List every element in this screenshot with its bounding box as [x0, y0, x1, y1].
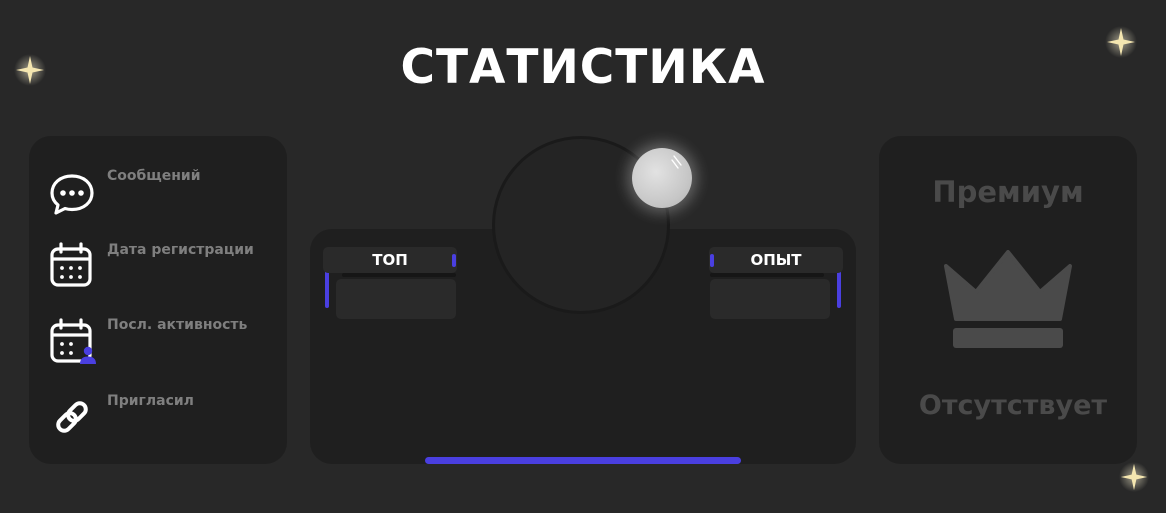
status-indicator: [632, 148, 692, 208]
exp-label: ОПЫТ: [750, 251, 802, 269]
page-title: СТАТИСТИКА: [400, 40, 766, 95]
stats-panel: Сообщений Дата регистрации Посл. активно…: [29, 136, 287, 464]
statistics-card: СТАТИСТИКА Сообщений Дата регистрации По…: [0, 0, 1166, 513]
crown-icon: [944, 250, 1072, 348]
last-activity-label: Посл. активность: [107, 317, 248, 333]
premium-status: Отсутствует: [918, 390, 1108, 421]
premium-title: Премиум: [932, 175, 1084, 209]
sparkle-icon: [14, 54, 46, 86]
top-header-accent: [452, 254, 456, 267]
calendar-user-icon: [50, 318, 96, 364]
progress-bar: [425, 457, 741, 464]
calendar-icon: [50, 242, 92, 287]
link-icon: [56, 401, 88, 433]
top-label: ТОП: [372, 251, 408, 269]
invited-label: Пригласил: [107, 393, 194, 409]
exp-value-box: [710, 279, 830, 319]
chat-bubble-icon: [50, 174, 94, 215]
top-value-box: [336, 279, 456, 319]
sparkle-icon: [1118, 461, 1150, 493]
sparkle-icon: [1105, 26, 1137, 58]
shine-icon: [671, 155, 682, 169]
exp-header-accent: [710, 254, 714, 267]
exp-divider: [710, 273, 824, 277]
registration-date-label: Дата регистрации: [107, 242, 254, 258]
top-divider: [342, 273, 456, 277]
messages-label: Сообщений: [107, 168, 201, 184]
